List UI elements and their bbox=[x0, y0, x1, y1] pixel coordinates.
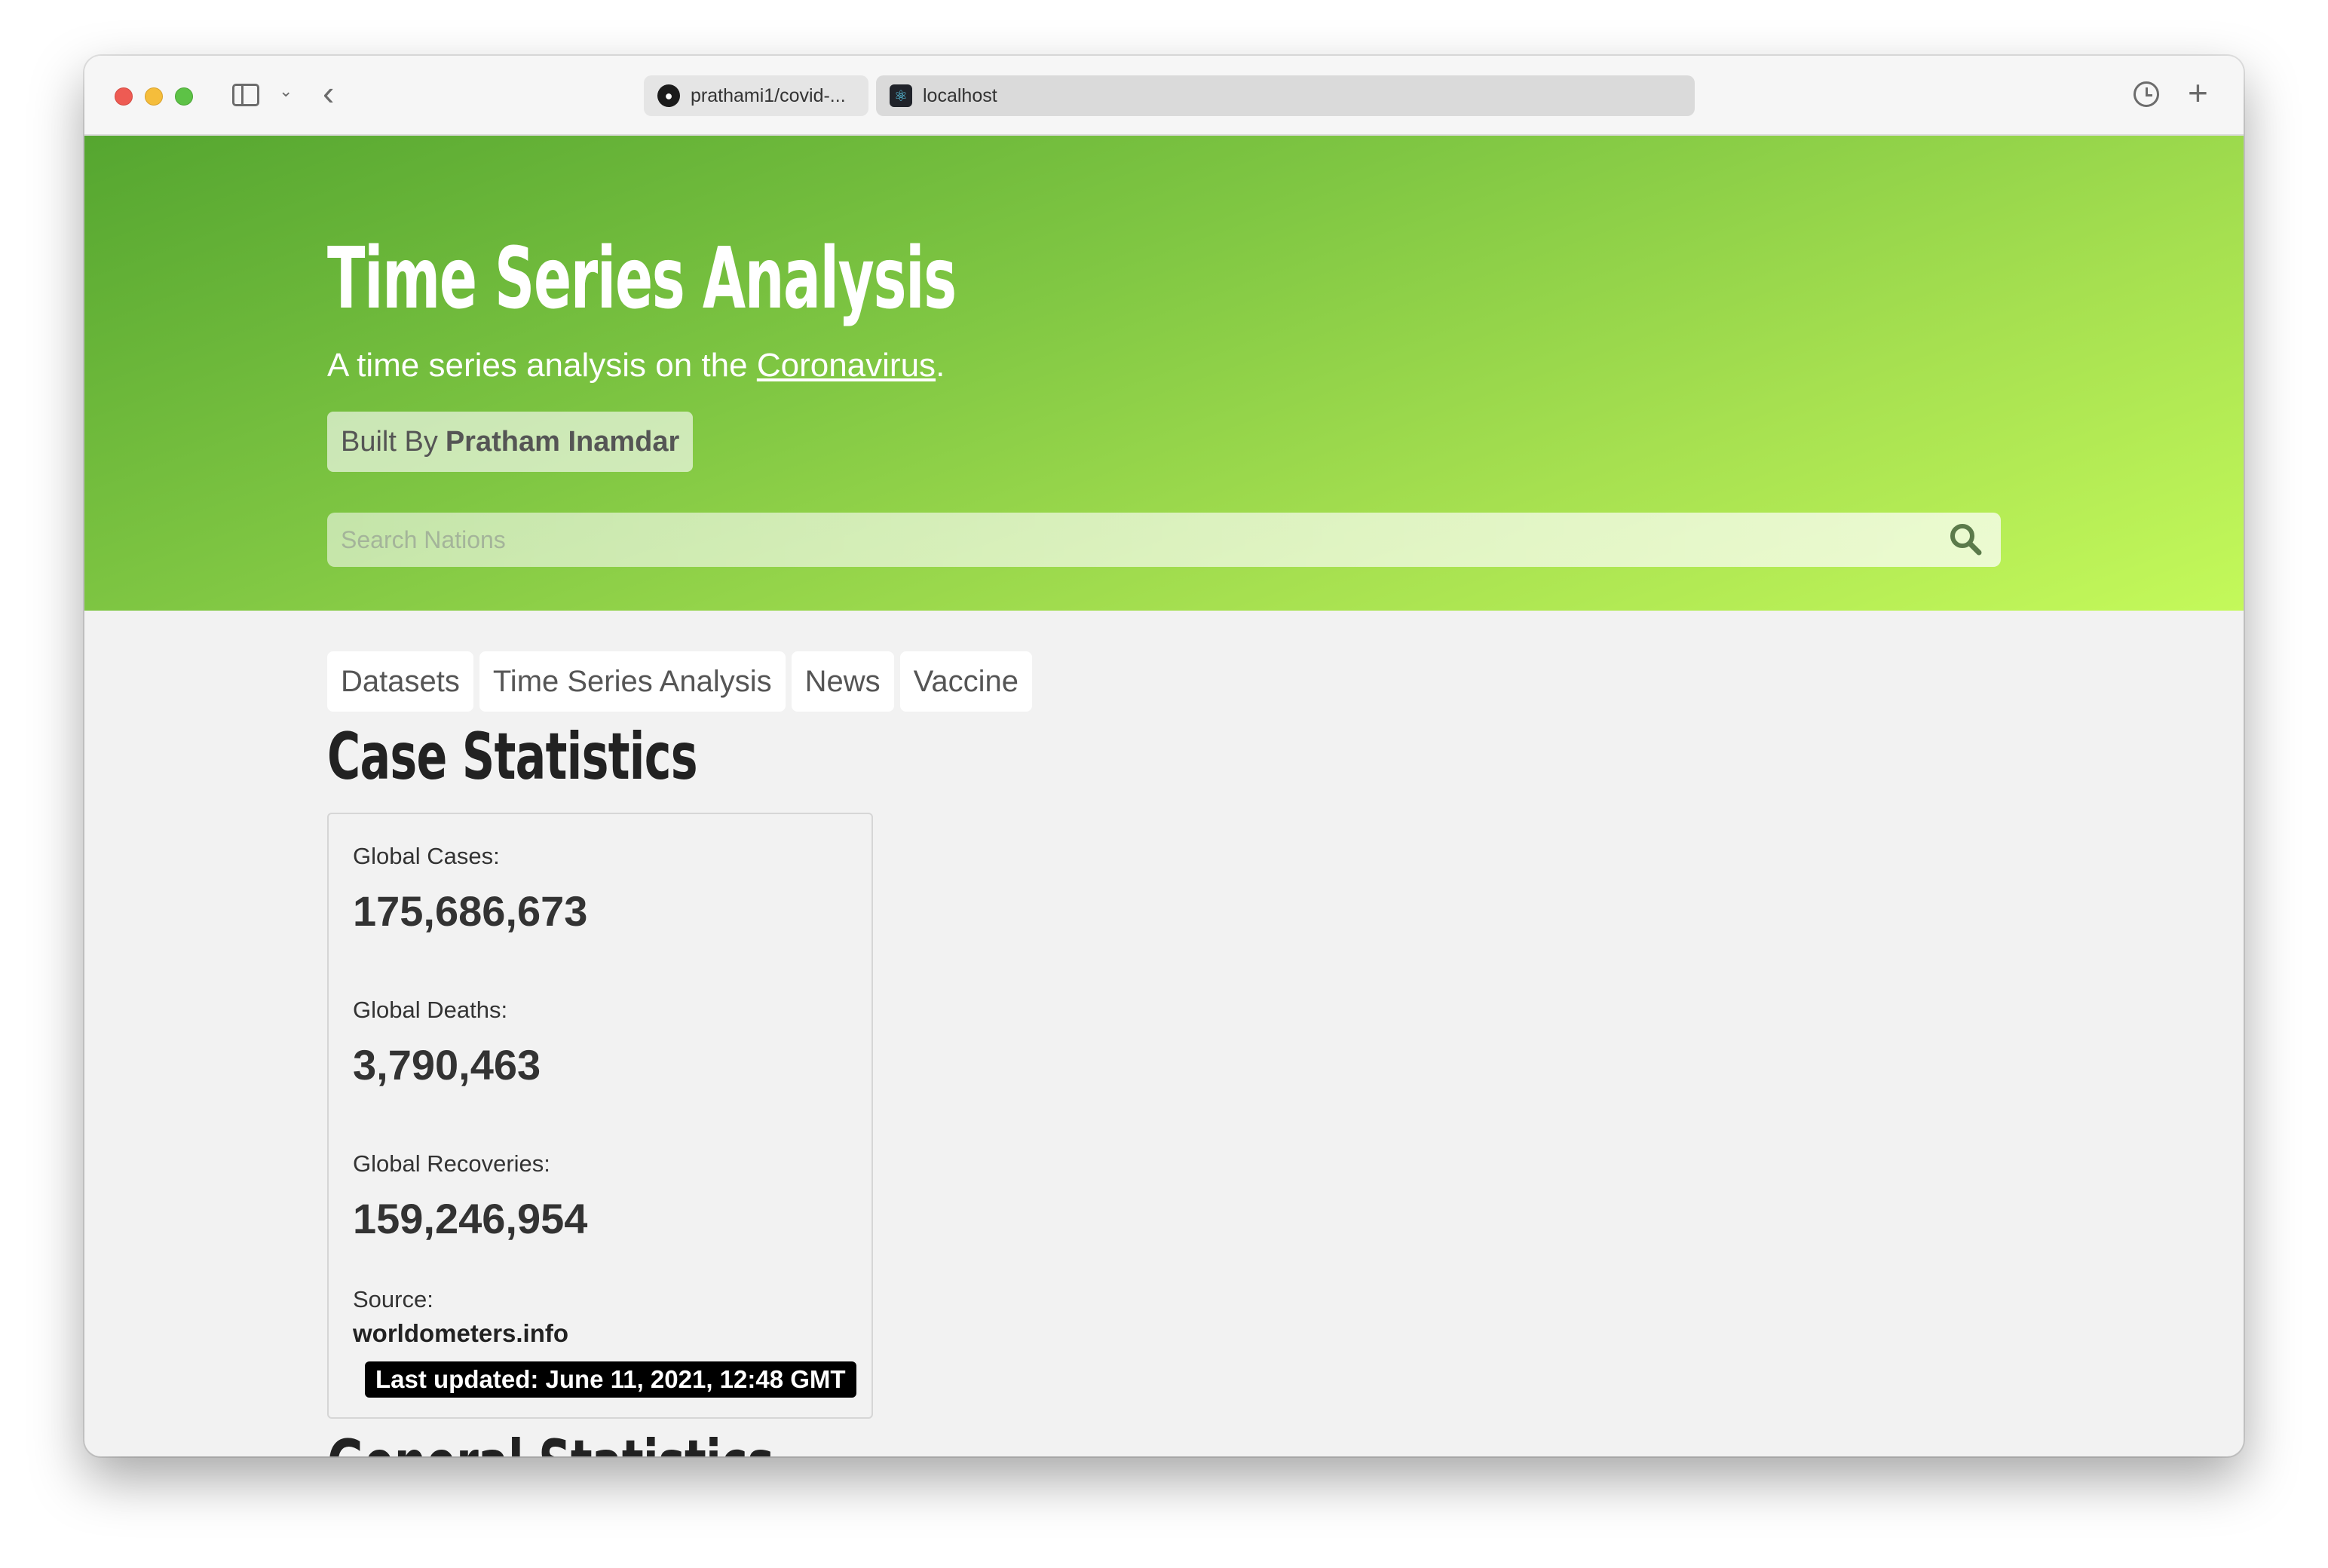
global-deaths-label: Global Deaths: bbox=[353, 997, 508, 1023]
built-by-label: Built By bbox=[341, 425, 438, 458]
case-statistics-heading: Case Statistics bbox=[327, 719, 698, 795]
global-recoveries-label: Global Recoveries: bbox=[353, 1150, 550, 1177]
case-statistics-card: Global Cases: 175,686,673 Global Deaths:… bbox=[327, 813, 873, 1419]
back-arrow-icon[interactable]: ‹ bbox=[323, 72, 334, 113]
hero-banner: Time Series Analysis A time series analy… bbox=[84, 136, 2244, 611]
history-clock-icon[interactable] bbox=[2133, 81, 2159, 107]
section-nav: Datasets Time Series Analysis News Vacci… bbox=[327, 651, 1032, 712]
github-icon: ● bbox=[657, 84, 680, 107]
browser-titlebar: ⌄ ‹ ● prathami1/covid-... ⚛ localhost + bbox=[84, 56, 2244, 136]
source-label: Source: bbox=[353, 1286, 433, 1312]
source-value: worldometers.info bbox=[353, 1319, 569, 1347]
hero-subtitle-text: A time series analysis on the bbox=[327, 347, 757, 384]
global-cases-value: 175,686,673 bbox=[353, 887, 588, 935]
browser-tab-label: localhost bbox=[923, 84, 997, 106]
browser-tab-label: prathami1/covid-... bbox=[691, 84, 846, 106]
general-statistics-heading: General Statistics bbox=[327, 1426, 965, 1456]
zoom-window-button[interactable] bbox=[175, 87, 193, 106]
close-window-button[interactable] bbox=[115, 87, 133, 106]
hero-subtitle-period: . bbox=[936, 347, 945, 384]
global-deaths-value: 3,790,463 bbox=[353, 1041, 541, 1089]
coronavirus-link[interactable]: Coronavirus bbox=[757, 347, 936, 384]
react-icon: ⚛ bbox=[890, 84, 912, 107]
built-by-badge: Built By Pratham Inamdar bbox=[327, 412, 694, 472]
tab-vaccine[interactable]: Vaccine bbox=[899, 651, 1032, 712]
new-tab-plus-icon[interactable]: + bbox=[2188, 72, 2208, 113]
page-title: Time Series Analysis bbox=[327, 230, 957, 328]
nation-search-box bbox=[327, 513, 2001, 567]
general-statistics-heading-text: General Statistics bbox=[327, 1426, 774, 1456]
browser-window: ⌄ ‹ ● prathami1/covid-... ⚛ localhost + … bbox=[84, 56, 2244, 1456]
tab-datasets[interactable]: Datasets bbox=[327, 651, 473, 712]
author-name: Pratham Inamdar bbox=[445, 425, 680, 458]
last-updated-badge: Last updated: June 11, 2021, 12:48 GMT bbox=[365, 1361, 856, 1398]
nation-search-input[interactable] bbox=[327, 513, 2001, 567]
chevron-down-icon[interactable]: ⌄ bbox=[279, 81, 293, 101]
browser-tab-github[interactable]: ● prathami1/covid-... bbox=[644, 75, 868, 116]
search-icon[interactable] bbox=[1948, 522, 1983, 556]
tab-news[interactable]: News bbox=[791, 651, 894, 712]
minimize-window-button[interactable] bbox=[145, 87, 163, 106]
hero-subtitle: A time series analysis on the Coronaviru… bbox=[327, 347, 945, 384]
global-recoveries-value: 159,246,954 bbox=[353, 1195, 588, 1242]
global-cases-label: Global Cases: bbox=[353, 843, 500, 869]
browser-tab-localhost[interactable]: ⚛ localhost bbox=[876, 75, 1695, 116]
sidebar-toggle-icon[interactable] bbox=[232, 84, 259, 106]
tab-time-series-analysis[interactable]: Time Series Analysis bbox=[479, 651, 786, 712]
